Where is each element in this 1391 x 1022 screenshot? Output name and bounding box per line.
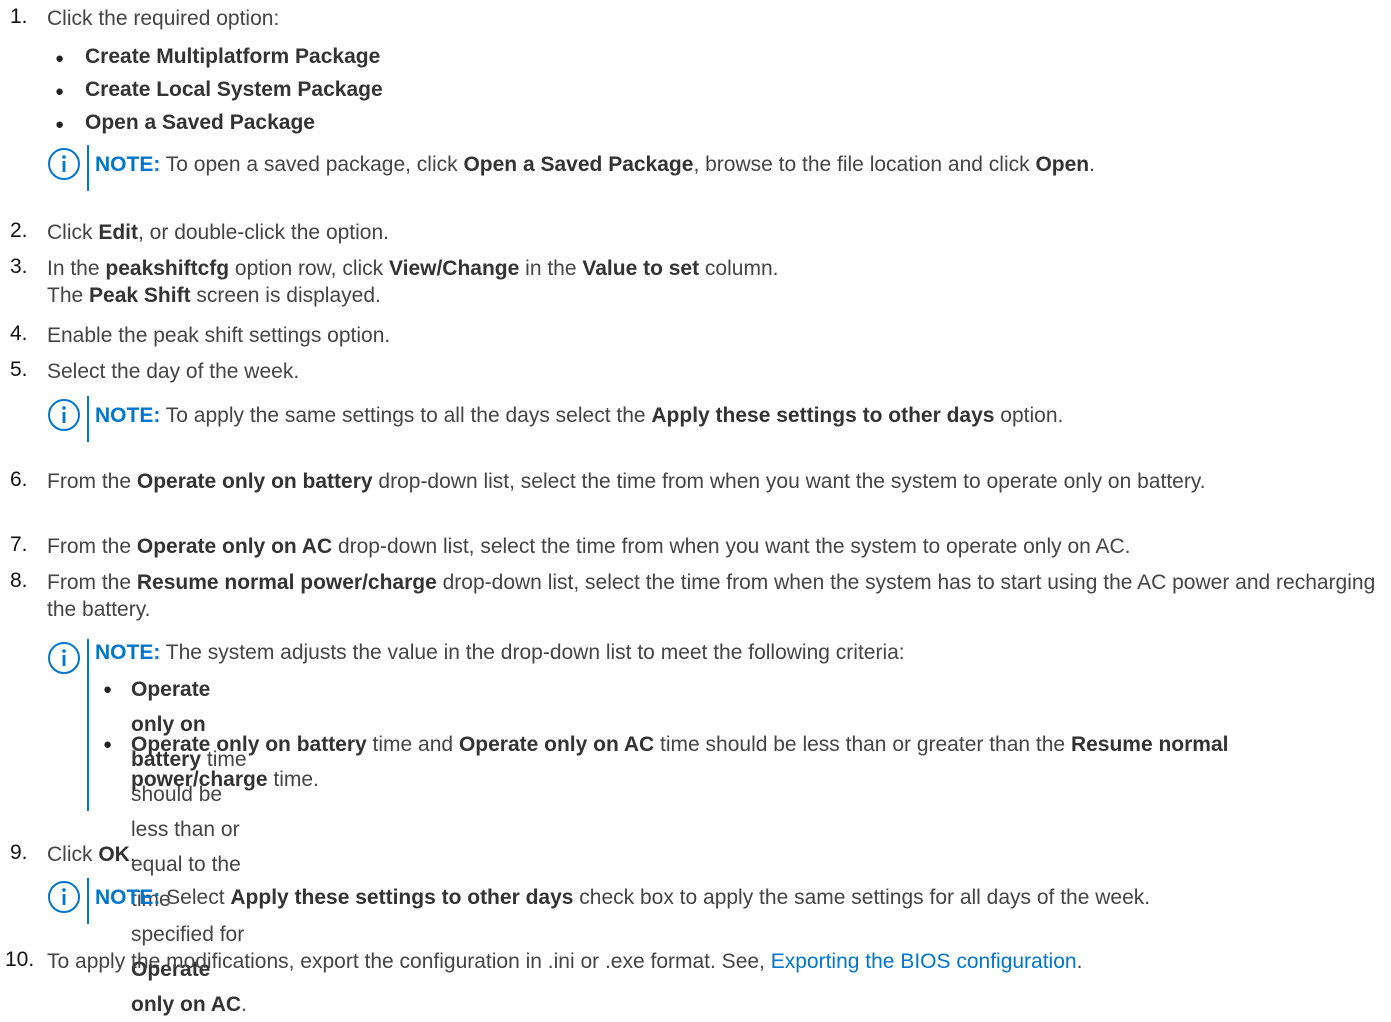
option-item: ● Create Local System Package <box>47 78 383 105</box>
step-text: Enable the peak shift settings option. <box>47 324 391 347</box>
info-icon <box>47 880 81 914</box>
bullet-icon: ● <box>55 83 65 100</box>
step-text: Select the day of the week. <box>47 360 300 383</box>
option-label: Create Multiplatform Package <box>85 45 381 68</box>
note-text: NOTE: To apply the same settings to all … <box>95 404 1064 427</box>
note-text: NOTE: The system adjusts the value in th… <box>95 641 905 664</box>
step-number: 10. <box>5 948 35 971</box>
note-text: NOTE: Select Apply these settings to oth… <box>95 886 1151 909</box>
step-text: To apply the modifications, export the c… <box>47 950 1083 973</box>
step-text: Click Edit, or double-click the option. <box>47 221 389 244</box>
option-label: Create Local System Package <box>85 78 383 101</box>
bullet-icon: ● <box>55 116 65 133</box>
step-text: Click the required option: <box>47 7 280 30</box>
note-list-item: ● Operate only on battery time and Operat… <box>95 727 1341 797</box>
step-text: Click OK. <box>47 843 136 866</box>
bullet-icon: ● <box>103 736 113 753</box>
bullet-icon: ● <box>55 50 65 67</box>
step-number: 3. <box>10 255 28 278</box>
option-item: ● Create Multiplatform Package <box>47 45 380 72</box>
option-item: ● Open a Saved Package <box>47 111 315 138</box>
step-number: 9. <box>10 841 28 864</box>
step-number: 6. <box>10 468 28 491</box>
bullet-icon: ● <box>103 681 113 698</box>
step-text: From the Resume normal power/charge drop… <box>47 571 1376 621</box>
step-number: 2. <box>10 219 28 242</box>
step-text: From the Operate only on battery drop-do… <box>47 470 1206 493</box>
note-divider <box>87 878 89 924</box>
note-divider <box>87 639 89 811</box>
info-icon <box>47 147 81 181</box>
step-number: 8. <box>10 569 28 592</box>
note-divider <box>87 145 89 191</box>
step-number: 7. <box>10 533 28 556</box>
step-text: In the peakshiftcfg option row, click Vi… <box>47 257 779 307</box>
info-icon <box>47 641 81 675</box>
step-number: 1. <box>10 5 28 28</box>
step-text: From the Operate only on AC drop-down li… <box>47 535 1131 558</box>
info-icon <box>47 398 81 432</box>
exporting-bios-link[interactable]: Exporting the BIOS configuration <box>771 950 1077 973</box>
note-divider <box>87 396 89 442</box>
step-number: 4. <box>10 322 28 345</box>
option-label: Open a Saved Package <box>85 111 315 134</box>
note-text: NOTE: To open a saved package, click Ope… <box>95 153 1095 176</box>
step-number: 5. <box>10 358 28 381</box>
